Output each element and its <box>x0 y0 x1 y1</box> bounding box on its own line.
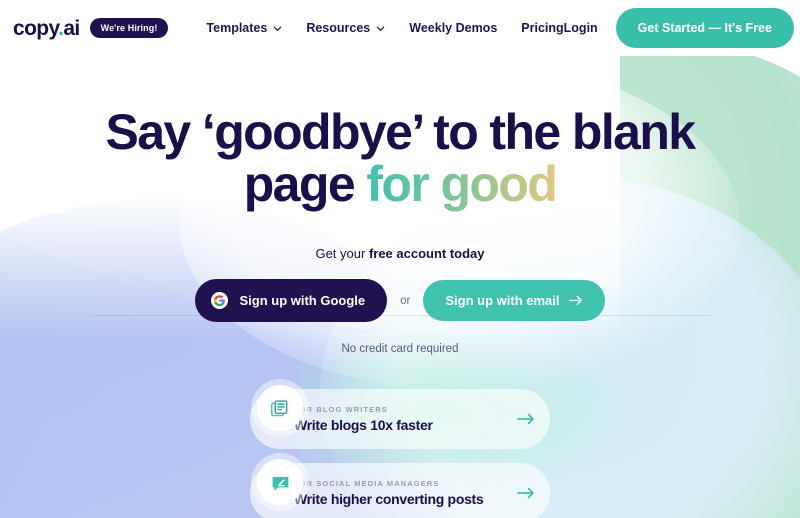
logo-text-primary: copy <box>13 16 59 40</box>
nav-item-resources-label: Resources <box>306 21 371 35</box>
headline-line-2: page for good <box>0 158 800 210</box>
nav-item-templates[interactable]: Templates <box>206 21 282 35</box>
nav-links: Templates Resources Weekly Demos Pricing <box>206 21 563 35</box>
nav-item-pricing[interactable]: Pricing <box>521 21 563 35</box>
feature-card-kicker: FOR BLOG WRITERS <box>294 405 388 414</box>
nav-item-templates-label: Templates <box>206 21 268 35</box>
feature-card-title: Write higher converting posts <box>294 491 484 507</box>
feature-card-social-media-managers[interactable]: FOR SOCIAL MEDIA MANAGERS Write higher c… <box>250 459 550 518</box>
feature-card-title: Write blogs 10x faster <box>294 417 433 433</box>
page-root: copy.ai We're Hiring! Templates Resource… <box>0 0 800 518</box>
nav-item-weekly-demos-label: Weekly Demos <box>409 21 498 35</box>
nav-item-resources[interactable]: Resources <box>306 21 385 35</box>
hero-section: Say ‘goodbye’ to the blank page for good… <box>0 106 800 355</box>
signup-with-email-label: Sign up with email <box>445 293 560 308</box>
nav-item-weekly-demos[interactable]: Weekly Demos <box>409 21 497 35</box>
chevron-down-icon <box>274 26 282 31</box>
feature-card-kicker: FOR SOCIAL MEDIA MANAGERS <box>294 479 440 488</box>
navbar: copy.ai We're Hiring! Templates Resource… <box>0 0 800 56</box>
signup-with-email-button[interactable]: Sign up with email <box>423 280 605 321</box>
headline-line-2-dark: page <box>243 156 367 212</box>
signup-with-google-label: Sign up with Google <box>239 293 366 308</box>
feature-card-text: FOR SOCIAL MEDIA MANAGERS Write higher c… <box>294 479 508 507</box>
documents-stack-icon <box>270 399 287 416</box>
feature-card-icon-circle <box>257 385 303 431</box>
headline-line-1: Say ‘goodbye’ to the blank <box>105 104 696 160</box>
hiring-badge[interactable]: We're Hiring! <box>89 18 169 38</box>
arrow-right-icon[interactable] <box>516 412 536 426</box>
nav-item-pricing-label: Pricing <box>521 21 564 35</box>
chevron-down-icon <box>376 26 385 31</box>
get-started-button[interactable]: Get Started — It's Free <box>615 8 794 48</box>
hero-subhead: Get your free account today <box>0 246 800 261</box>
navbar-right: Login Get Started — It's Free <box>564 8 794 48</box>
hero-subhead-plain: Get your <box>315 246 369 261</box>
signup-button-row: Sign up with Google or Sign up with emai… <box>0 279 800 322</box>
logo[interactable]: copy.ai <box>13 18 80 39</box>
google-g-icon <box>211 292 229 309</box>
arrow-right-icon[interactable] <box>516 486 536 500</box>
or-separator: or <box>400 294 411 307</box>
no-credit-card-note: No credit card required <box>341 343 459 355</box>
signup-with-google-button[interactable]: Sign up with Google <box>195 279 388 322</box>
feature-card-list: FOR BLOG WRITERS Write blogs 10x faster … <box>0 385 800 518</box>
feature-card-icon-circle <box>257 459 303 505</box>
arrow-right-icon <box>568 295 582 306</box>
login-link[interactable]: Login <box>564 21 598 35</box>
logo-text-secondary: ai <box>63 16 80 40</box>
headline-line-2-gradient: for good <box>366 156 558 212</box>
feature-card-blog-writers[interactable]: FOR BLOG WRITERS Write blogs 10x faster <box>250 385 550 449</box>
page-title: Say ‘goodbye’ to the blank page for good <box>0 106 800 210</box>
speech-bubble-pencil-icon <box>272 476 288 491</box>
feature-card-text: FOR BLOG WRITERS Write blogs 10x faster <box>294 405 508 433</box>
hero-subhead-bold: free account today <box>368 246 485 261</box>
